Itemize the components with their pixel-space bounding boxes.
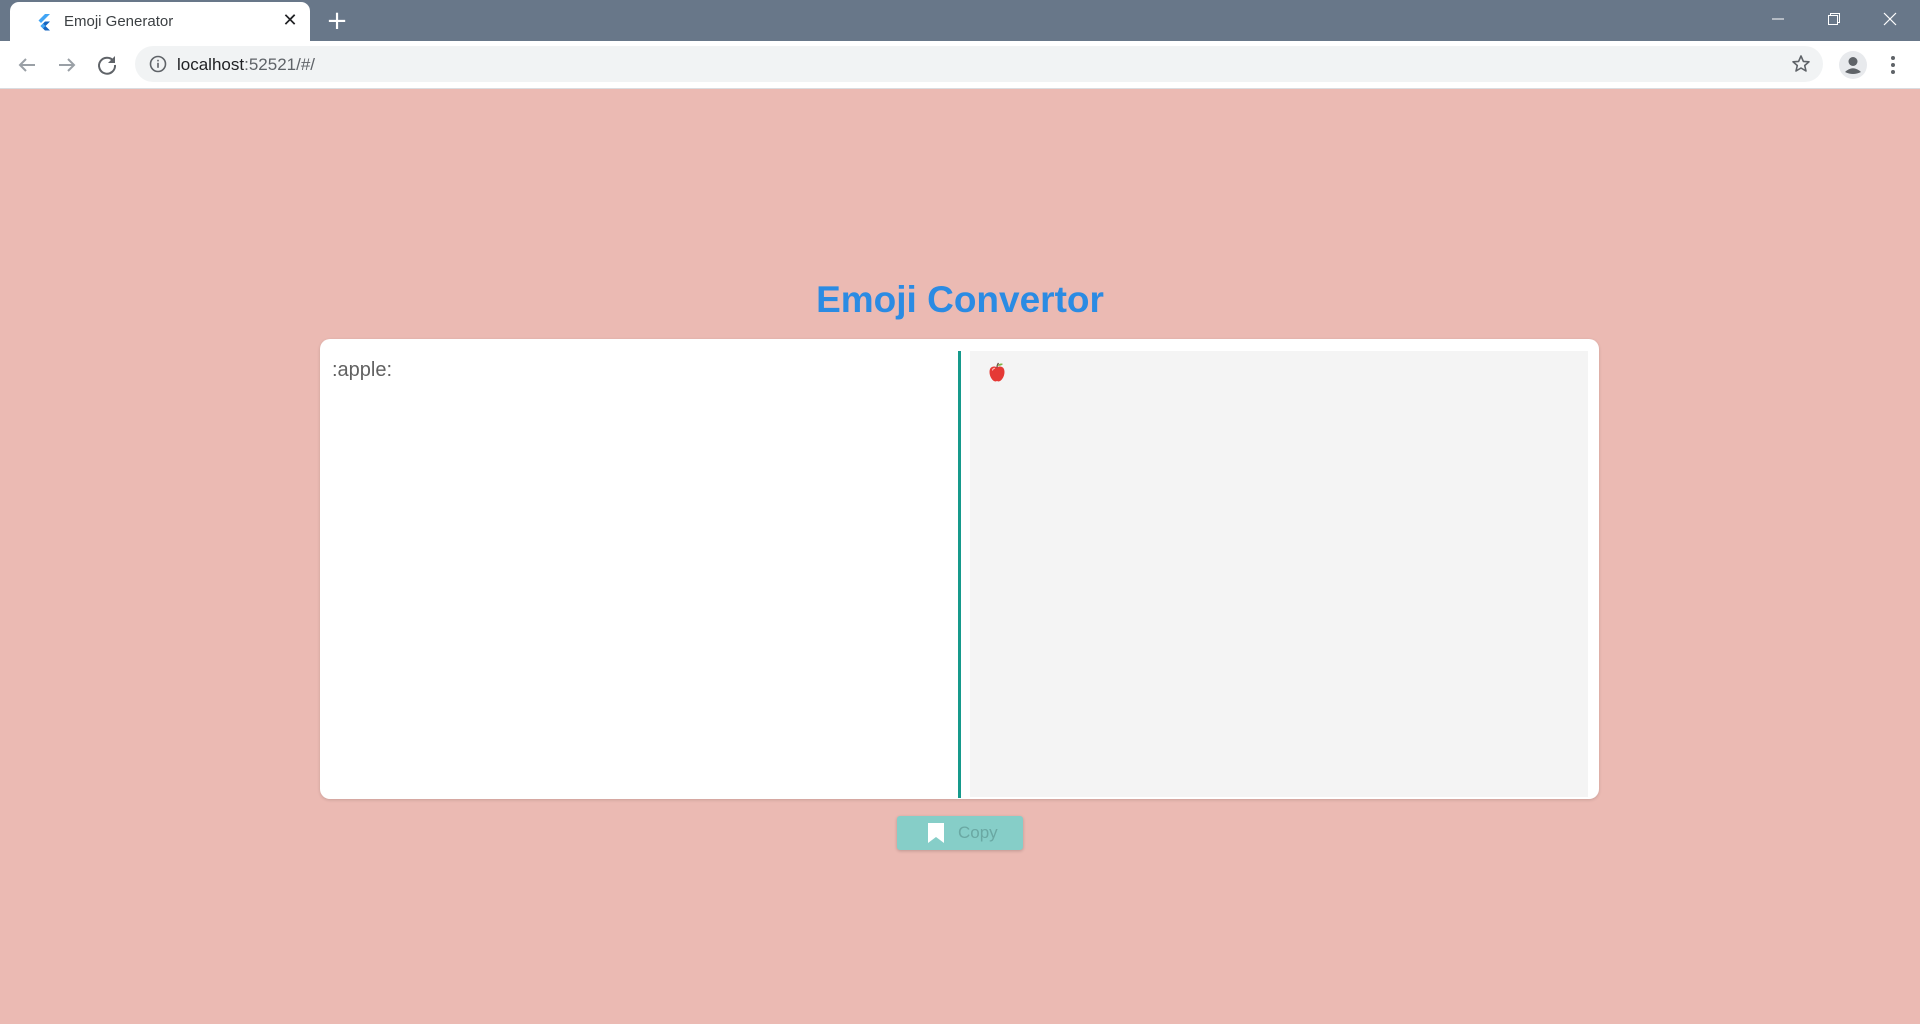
kebab-menu-icon[interactable] [1880, 52, 1906, 78]
emoji-output-area [970, 351, 1588, 797]
close-icon [1883, 12, 1897, 25]
tab-close-icon[interactable]: ✕ [280, 11, 300, 31]
tab-title: Emoji Generator [64, 13, 174, 30]
arrow-left-icon[interactable] [13, 51, 41, 79]
close-window-button[interactable] [1862, 0, 1918, 36]
new-tab-button[interactable]: + [324, 8, 350, 34]
account-icon[interactable] [1838, 50, 1868, 80]
arrow-right-icon[interactable] [53, 51, 81, 79]
minimize-icon [1772, 18, 1784, 19]
url-host: localhost [177, 55, 245, 74]
minimize-button[interactable] [1750, 0, 1806, 36]
restore-button[interactable] [1806, 0, 1862, 36]
address-bar[interactable]: localhost:52521/#/ [135, 46, 1823, 82]
url-text[interactable]: localhost:52521/#/ [177, 55, 315, 75]
emoji-input-area[interactable]: :apple: [320, 339, 958, 799]
apple-icon [989, 362, 1005, 382]
title-bar: Emoji Generator ✕ + [0, 0, 1920, 41]
converter-card: :apple: [320, 339, 1599, 799]
reload-icon[interactable] [93, 51, 121, 79]
star-icon[interactable] [1791, 54, 1811, 74]
browser-window: Emoji Generator ✕ + localhost:52521/#/ E… [0, 0, 1920, 1024]
browser-toolbar: localhost:52521/#/ [0, 41, 1920, 89]
restore-icon [1828, 12, 1840, 25]
copy-button-label: Copy [958, 823, 998, 842]
page-content: Emoji Convertor :apple: Copy [0, 89, 1920, 1024]
info-icon[interactable] [149, 55, 167, 73]
pane-divider [958, 351, 961, 798]
page-title: Emoji Convertor [816, 279, 1104, 320]
copy-button[interactable]: Copy [897, 816, 1023, 850]
input-text[interactable]: :apple: [332, 359, 932, 382]
bookmark-icon [928, 823, 944, 843]
flutter-logo-icon [38, 14, 50, 31]
browser-tab[interactable]: Emoji Generator ✕ [10, 2, 310, 41]
url-path: :52521/#/ [244, 55, 316, 74]
